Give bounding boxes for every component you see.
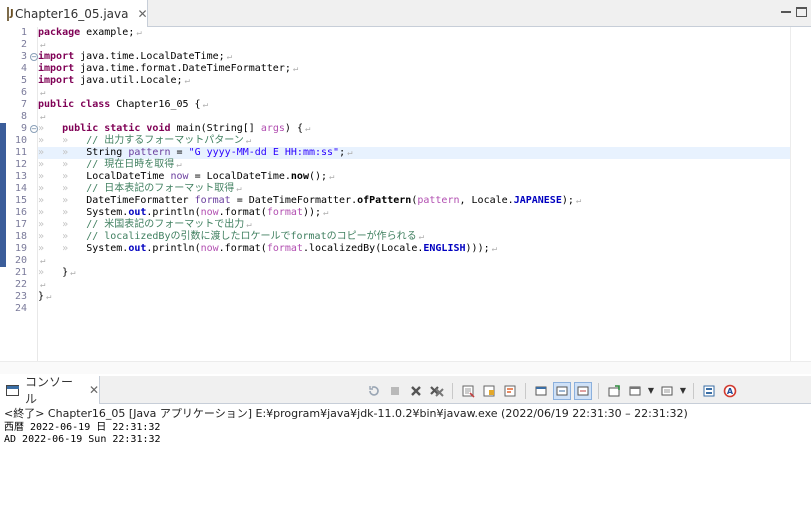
show-on-stderr-icon[interactable]	[574, 382, 592, 400]
editor-tab-bar: Chapter16_05.java ✕	[0, 0, 811, 27]
console-tab-bar: コンソール ✕ ▼ ▼ A	[0, 375, 811, 406]
line-number: 14	[14, 183, 27, 194]
code-line-17: » » // 米国表記のフォーマットで出力 ↵	[38, 219, 252, 230]
new-console-icon[interactable]	[626, 382, 644, 400]
line-number: 8	[20, 111, 27, 122]
clear-console-icon[interactable]	[459, 382, 477, 400]
remove-all-terminated-icon[interactable]	[428, 382, 446, 400]
scroll-lock-icon[interactable]	[480, 382, 498, 400]
code-line-22: ↵	[40, 280, 46, 290]
code-line-1: package example; ↵	[38, 27, 142, 38]
outline-view-icon[interactable]	[700, 382, 718, 400]
display-console-icon[interactable]	[605, 382, 623, 400]
code-line-3: import java.time.LocalDateTime; ↵	[38, 51, 233, 62]
close-icon[interactable]: ✕	[137, 7, 147, 21]
line-number: 2	[20, 39, 27, 50]
line-number: 20	[14, 255, 27, 266]
quick-access-icon[interactable]: A	[721, 382, 739, 400]
code-area[interactable]: 1 2 3 4 5 6 7 8 9 10 11 12 13 14 15 16 1…	[0, 27, 811, 361]
line-number: 9	[20, 123, 27, 134]
code-line-18: » » // localizedByの引数に渡したロケールでformatのコピー…	[38, 231, 425, 242]
line-number: 15	[14, 195, 27, 206]
code-line-11: » » String pattern = "G yyyy-MM-dd E HH:…	[38, 147, 353, 158]
line-number: 23	[14, 291, 27, 302]
minimize-icon[interactable]	[779, 5, 793, 19]
open-console-icon[interactable]	[658, 382, 676, 400]
show-on-stdout-icon[interactable]	[553, 382, 571, 400]
code-line-2: ↵	[40, 40, 46, 50]
editor-horizontal-scrollbar[interactable]	[0, 361, 811, 374]
svg-text:A: A	[727, 387, 734, 396]
console-icon	[6, 384, 19, 396]
chevron-down-icon[interactable]: ▼	[679, 382, 687, 400]
editor-view: Chapter16_05.java ✕ 1 2 3 4 5 6 7 8 9 10…	[0, 0, 811, 374]
code-line-20: ↵	[40, 256, 46, 266]
code-line-16: » » System.out.println(now.format(format…	[38, 207, 329, 218]
line-number: 4	[20, 63, 27, 74]
code-line-5: import java.util.Locale; ↵	[38, 75, 190, 86]
code-line-13: » » LocalDateTime now = LocalDateTime.no…	[38, 171, 335, 182]
console-toolbar: ▼ ▼ A	[365, 380, 739, 402]
code-line-12: » » // 現在日時を取得 ↵	[38, 159, 182, 170]
line-number: 18	[14, 231, 27, 242]
line-number: 3	[20, 51, 27, 62]
relaunch-icon[interactable]	[365, 382, 383, 400]
console-view: コンソール ✕ ▼ ▼ A <終了> Chapter16_05 [Java アプ…	[0, 375, 811, 512]
line-number: 5	[20, 75, 27, 86]
pin-console-icon[interactable]	[532, 382, 550, 400]
code-line-6: ↵	[40, 88, 46, 98]
maximize-icon[interactable]	[796, 7, 807, 17]
code-line-4: import java.time.format.DateTimeFormatte…	[38, 63, 299, 74]
toolbar-separator	[693, 383, 694, 399]
line-number: 12	[14, 159, 27, 170]
line-number: 22	[14, 279, 27, 290]
toolbar-separator	[525, 383, 526, 399]
line-number: 10	[14, 135, 27, 146]
line-number-gutter: 1 2 3 4 5 6 7 8 9 10 11 12 13 14 15 16 1…	[6, 27, 38, 361]
line-number: 17	[14, 219, 27, 230]
line-number: 21	[14, 267, 27, 278]
line-number: 1	[20, 27, 27, 38]
console-launch-header: <終了> Chapter16_05 [Java アプリケーション] E:¥pro…	[4, 407, 688, 420]
code-text[interactable]: package example; ↵ ↵ import java.time.Loc…	[38, 27, 790, 361]
code-line-8: ↵	[40, 112, 46, 122]
console-output-line: 西暦 2022-06-19 日 22:31:32	[4, 422, 161, 433]
word-wrap-icon[interactable]	[501, 382, 519, 400]
line-number: 6	[20, 87, 27, 98]
code-line-9: » public static void main(String[] args)…	[38, 123, 311, 134]
fold-collapse-icon[interactable]: −	[30, 125, 38, 133]
chevron-down-icon[interactable]: ▼	[647, 382, 655, 400]
fold-collapse-icon[interactable]: −	[30, 53, 38, 61]
remove-launch-icon[interactable]	[407, 382, 425, 400]
line-number: 11	[14, 147, 27, 158]
line-number: 13	[14, 171, 27, 182]
line-number: 16	[14, 207, 27, 218]
code-line-15: » » DateTimeFormatter format = DateTimeF…	[38, 195, 582, 206]
terminate-icon[interactable]	[386, 382, 404, 400]
editor-vertical-scrollbar[interactable]	[790, 27, 811, 361]
line-number: 19	[14, 243, 27, 254]
console-tab-label: コンソール	[24, 375, 73, 406]
code-line-23: } ↵	[38, 291, 52, 302]
java-file-icon	[7, 6, 14, 21]
console-tab[interactable]: コンソール ✕	[0, 375, 100, 406]
close-icon[interactable]: ✕	[89, 383, 99, 397]
toolbar-separator	[598, 383, 599, 399]
console-output-line: AD 2022-06-19 Sun 22:31:32	[4, 434, 161, 445]
code-line-19: » » System.out.println(now.format(format…	[38, 243, 498, 254]
code-line-21: » } ↵	[38, 267, 76, 278]
code-line-7: public class Chapter16_05 {↵	[38, 99, 208, 110]
line-number: 7	[20, 99, 27, 110]
toolbar-separator	[452, 383, 453, 399]
code-line-10: » » // 出力するフォーマットパターン ↵	[38, 135, 252, 146]
console-output[interactable]: 西暦 2022-06-19 日 22:31:32 AD 2022-06-19 S…	[4, 422, 804, 446]
code-line-14: » » // 日本表記のフォーマット取得 ↵	[38, 183, 242, 194]
editor-tab-label: Chapter16_05.java	[15, 6, 129, 21]
editor-tab-chapter16-05[interactable]: Chapter16_05.java ✕	[0, 0, 148, 27]
line-number: 24	[14, 303, 27, 314]
